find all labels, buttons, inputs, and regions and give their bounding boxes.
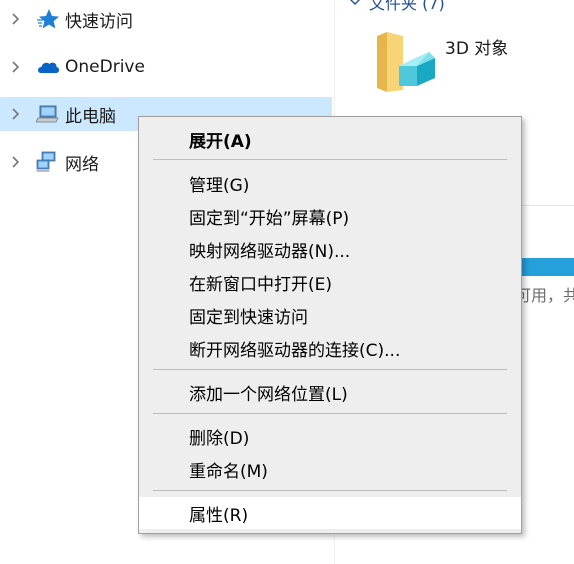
drive-space-text: 可用，共 [515,286,574,305]
chevron-right-icon[interactable] [10,156,22,168]
menu-item-label: 在新窗口中打开(E) [189,274,333,295]
menu-item-properties[interactable]: 属性(R) [139,497,521,529]
nav-label: 网络 [65,154,99,175]
chevron-down-icon[interactable] [349,0,361,8]
menu-item-expand[interactable]: 展开(A) [139,123,521,155]
star-icon [37,9,59,29]
menu-item-disconnect-network-drive[interactable]: 断开网络驱动器的连接(C)... [139,332,521,364]
context-menu: 展开(A) 管理(G) 固定到“开始”屏幕(P) 映射网络驱动器(N)... 在… [138,116,522,534]
nav-label: 此电脑 [65,106,116,127]
menu-separator [153,490,507,491]
menu-item-label: 固定到“开始”屏幕(P) [189,208,350,229]
menu-separator [153,159,507,160]
menu-item-label: 重命名(M) [189,461,268,482]
nav-item-onedrive[interactable]: OneDrive [0,50,332,84]
menu-item-manage[interactable]: 管理(G) [139,167,521,199]
menu-item-rename[interactable]: 重命名(M) [139,453,521,485]
group-header-folders[interactable]: 文件夹 (7) [349,0,445,14]
menu-item-label: 固定到快速访问 [189,307,308,328]
menu-item-label: 映射网络驱动器(N)... [189,241,351,262]
network-icon [36,151,56,172]
menu-item-delete[interactable]: 删除(D) [139,420,521,452]
group-header-label: 文件夹 (7) [369,0,445,13]
drive-usage-bar [519,258,574,276]
cloud-icon [38,62,60,73]
menu-separator [153,413,507,414]
menu-item-label: 展开(A) [189,131,252,152]
menu-item-map-network-drive[interactable]: 映射网络驱动器(N)... [139,233,521,265]
computer-icon [36,105,59,123]
3d-objects-folder-icon [377,32,435,92]
nav-item-quick-access[interactable]: 快速访问 [0,2,332,36]
menu-item-add-network-location[interactable]: 添加一个网络位置(L) [139,376,521,408]
nav-label: 快速访问 [65,11,133,32]
menu-item-label: 删除(D) [189,428,250,449]
chevron-right-icon[interactable] [10,108,22,120]
menu-item-label: 断开网络驱动器的连接(C)... [189,340,401,361]
menu-item-pin-to-quick-access[interactable]: 固定到快速访问 [139,299,521,331]
menu-item-label: 管理(G) [189,175,250,196]
chevron-right-icon[interactable] [10,61,22,73]
nav-label: OneDrive [65,57,145,77]
chevron-right-icon[interactable] [10,13,22,25]
folder-label: 3D 对象 [445,39,509,59]
menu-item-pin-to-start[interactable]: 固定到“开始”屏幕(P) [139,200,521,232]
menu-item-label: 添加一个网络位置(L) [189,384,348,405]
menu-item-label: 属性(R) [189,505,249,526]
menu-item-open-new-window[interactable]: 在新窗口中打开(E) [139,266,521,298]
menu-separator [153,369,507,370]
